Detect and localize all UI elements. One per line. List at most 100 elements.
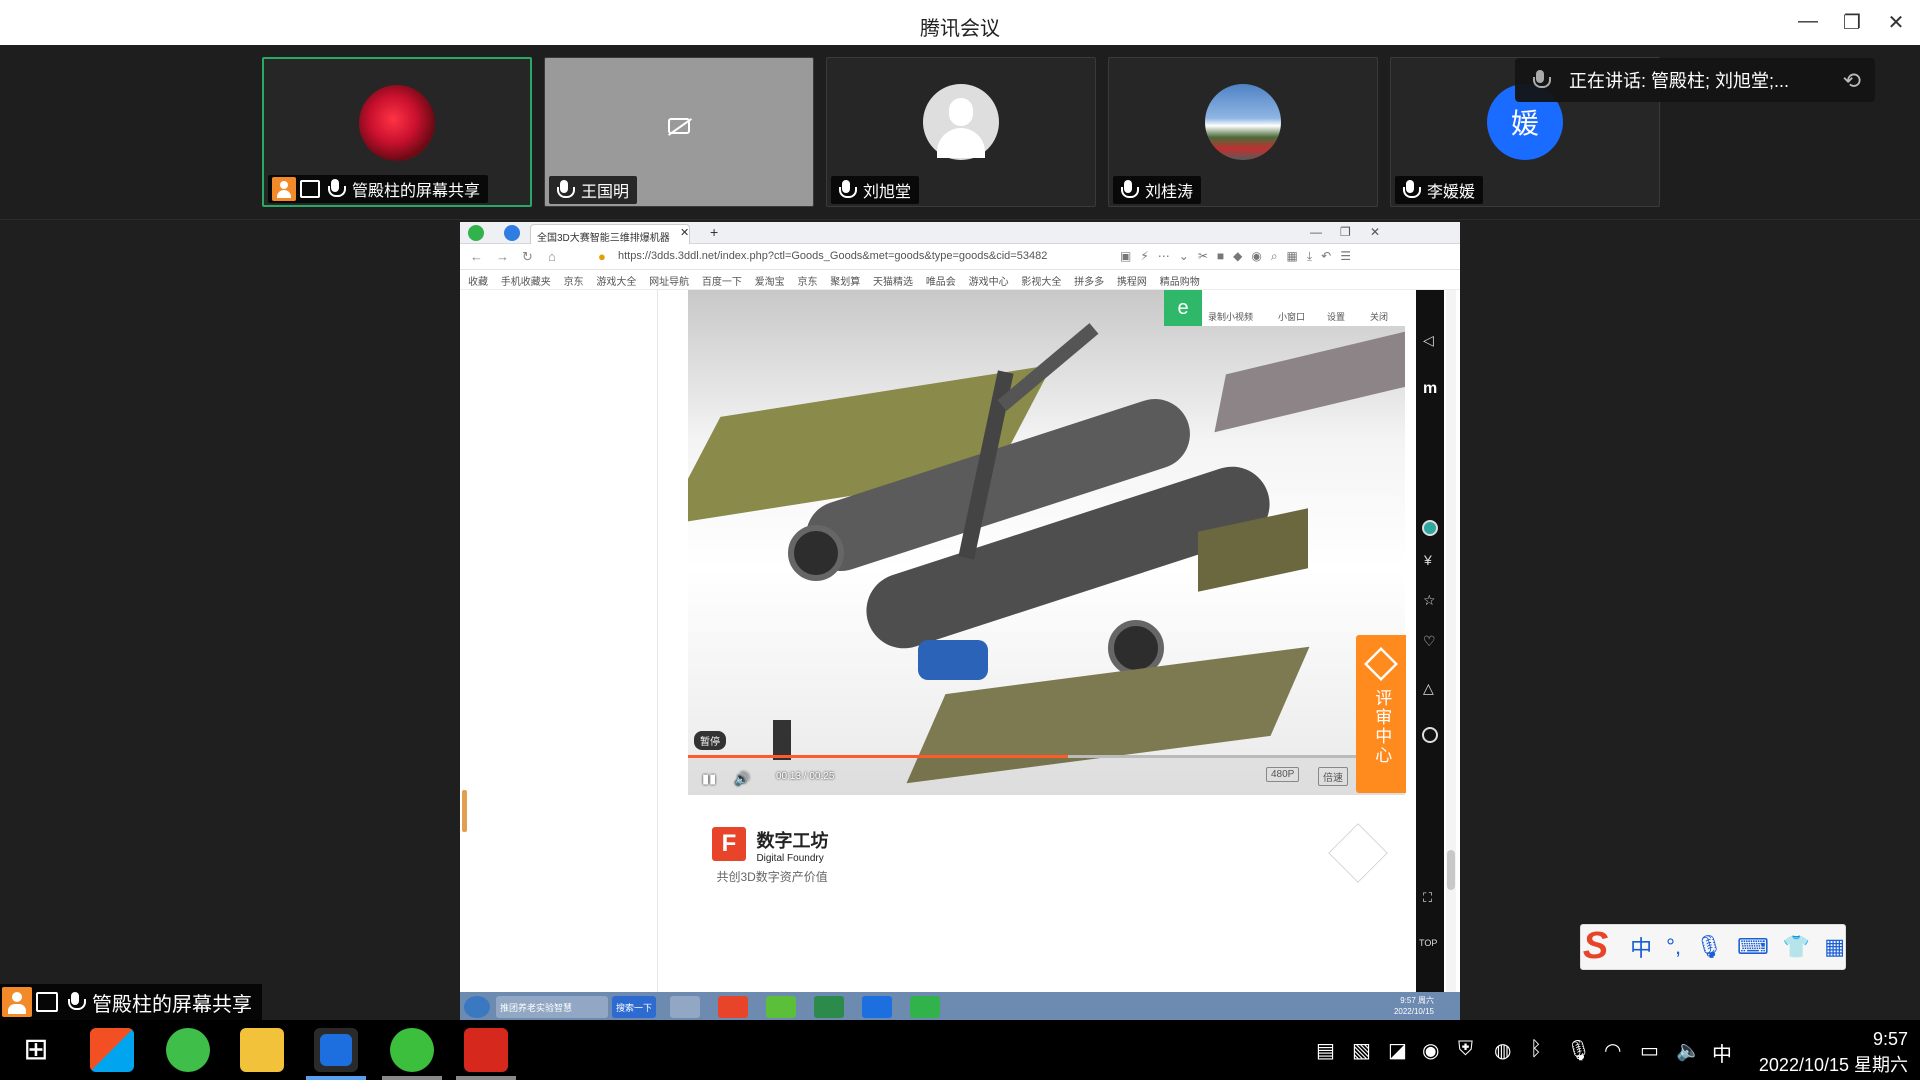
minimize-icon[interactable]: — [1310,225,1322,239]
windows-start-icon[interactable]: ⊞ [14,1028,58,1072]
record-video-button[interactable]: 录制小视频 [1208,310,1253,323]
bookmark-item[interactable]: 游戏大全 [596,277,636,288]
microphone-tray-icon[interactable]: 🎙 [1566,1038,1591,1063]
ime-punctuation-toggle[interactable]: °, [1666,934,1681,960]
review-center-button[interactable]: 评审中心 [1356,635,1406,793]
chrome-icon[interactable] [718,996,748,1018]
bookmark-item[interactable]: 手机收藏夹 [501,277,551,288]
tray-app-icon[interactable]: ◍ [1494,1038,1511,1063]
url-input[interactable]: https://3dds.3ddl.net/index.php?ctl=Good… [618,250,1047,262]
progress-bar[interactable] [688,755,1405,758]
meeting-icon[interactable] [862,996,892,1018]
bookmark-item[interactable]: 百度一下 [702,277,742,288]
close-button[interactable]: 关闭 [1370,310,1388,323]
tray-shield-icon[interactable]: ⛨ [1458,1038,1473,1061]
bookmark-item[interactable]: 京东 [564,277,584,288]
ime-language-toggle[interactable]: 中 [1630,931,1652,963]
ime-indicator[interactable]: 中 [1712,1038,1732,1067]
bookmark-item[interactable]: 天猫精选 [873,277,913,288]
assistant-icon[interactable] [1422,520,1438,536]
mini-window-button[interactable]: 小窗口 [1278,310,1305,323]
bookmark-item[interactable]: 聚划算 [830,277,860,288]
bluetooth-icon[interactable]: ᛒ [1530,1038,1542,1061]
yen-icon[interactable]: ¥ [1424,552,1432,568]
bookmark-item[interactable]: 拼多多 [1074,277,1104,288]
taskbar-item[interactable]: 推团养老实验智慧 [496,996,608,1018]
speed-button[interactable]: 倍速 [1318,767,1348,786]
home-icon[interactable]: ⌂ [548,249,556,264]
app-icon[interactable] [670,996,700,1018]
excel-icon[interactable] [814,996,844,1018]
quality-button[interactable]: 480P [1266,767,1300,782]
browser-icon[interactable] [166,1028,210,1072]
back-icon[interactable]: ← [470,249,483,264]
participant-tile[interactable]: 管殿柱的屏幕共享 [262,57,532,207]
collapse-icon[interactable]: ⟲ [1843,68,1861,94]
tray-app-icon[interactable]: ▤ [1316,1038,1335,1063]
refresh-icon[interactable]: ↻ [522,249,533,265]
volume-icon[interactable]: ◁ [1423,332,1434,349]
toolbox-icon[interactable]: ▦ [1824,934,1845,960]
tray-meeting-icon[interactable]: ◪ [1388,1038,1407,1063]
bookmark-item[interactable]: 京东 [797,277,817,288]
tray-wechat-icon[interactable]: ◉ [1422,1038,1439,1063]
browser-tab[interactable]: 全国3D大赛智能三维排爆机器 [530,224,690,244]
restore-icon[interactable]: ❐ [1838,10,1866,34]
heart-icon[interactable]: ♡ [1423,633,1436,650]
fullscreen-icon[interactable]: ⛶ [1423,890,1432,906]
bookmark-item[interactable]: 影视大全 [1021,277,1061,288]
taskbar-item[interactable]: 搜索一下 [612,996,656,1018]
clock-date: 2022/10/15 星期六 [1758,1055,1908,1075]
bookmark-item[interactable]: 爱淘宝 [755,277,785,288]
speaker-icon[interactable]: 🔈 [1676,1038,1701,1063]
bookmark-item[interactable]: 网址导航 [649,277,689,288]
avatar [923,84,999,160]
wechat-icon[interactable] [766,996,796,1018]
m-icon[interactable]: m [1423,380,1437,398]
lock-icon: ● [598,249,606,264]
star-icon[interactable]: ☆ [1423,592,1436,609]
thumb-icon[interactable]: △ [1423,680,1434,697]
video-player[interactable]: e 录制小视频 小窗口 设置 关闭 暂停 ▮▮ 🔊 00:13 / 00:25 … [688,290,1405,795]
voice-input-icon[interactable]: 🎙 [1695,934,1723,960]
shared-date: 2022/10/15 [1393,1007,1434,1016]
bookmark-item[interactable]: 携程网 [1117,277,1147,288]
scroll-nub[interactable] [462,790,467,832]
microsoft-store-icon[interactable] [90,1028,134,1072]
sogou-logo-icon[interactable]: S [1575,924,1616,970]
scrollbar[interactable] [1446,290,1456,1002]
participant-tile[interactable]: 王国明 [544,57,814,207]
skin-icon[interactable]: 👕 [1783,934,1810,960]
close-icon[interactable]: ✕ [1882,10,1910,34]
system-clock[interactable]: 9:57 2022/10/15 星期六 [1759,1026,1908,1078]
forward-icon[interactable]: → [496,249,509,264]
new-tab-icon[interactable]: + [710,224,718,240]
tab-close-icon[interactable]: ✕ [680,226,689,239]
browser-toolbar-icons[interactable]: ▣⚡⋯⌄✂■◆◉⌕▦⤓↶☰ [1120,249,1360,264]
volume-icon[interactable]: 🔊 [734,771,750,787]
bookmark-item[interactable]: 游戏中心 [969,277,1009,288]
close-icon[interactable]: ✕ [1370,225,1380,239]
clock-icon[interactable] [1422,727,1438,743]
wifi-icon[interactable]: ◠ [1604,1038,1621,1063]
back-to-top-button[interactable]: TOP [1419,938,1437,948]
bookmark-item[interactable]: 精品购物 [1160,277,1200,288]
tencent-meeting-icon[interactable] [314,1028,358,1072]
participant-tile[interactable]: 刘旭堂 [826,57,1096,207]
settings-button[interactable]: 设置 [1327,310,1345,323]
bookmark-item[interactable]: 收藏 [468,277,488,288]
scrollbar-thumb[interactable] [1447,850,1455,890]
keyboard-icon[interactable]: ⌨ [1737,934,1769,960]
browser-icon[interactable] [910,996,940,1018]
minimize-icon[interactable]: — [1794,10,1822,34]
battery-icon[interactable]: ▭ [1640,1038,1659,1063]
file-explorer-icon[interactable] [240,1028,284,1072]
bookmark-item[interactable]: 唯品会 [926,277,956,288]
restore-icon[interactable]: ❐ [1340,225,1351,239]
play-pause-icon[interactable]: ▮▮ [702,771,716,787]
wps-icon[interactable] [464,1028,508,1072]
start-orb-icon[interactable] [464,996,490,1018]
tray-app-icon[interactable]: ▧ [1352,1038,1371,1063]
participant-tile[interactable]: 刘桂涛 [1108,57,1378,207]
wechat-icon[interactable] [390,1028,434,1072]
